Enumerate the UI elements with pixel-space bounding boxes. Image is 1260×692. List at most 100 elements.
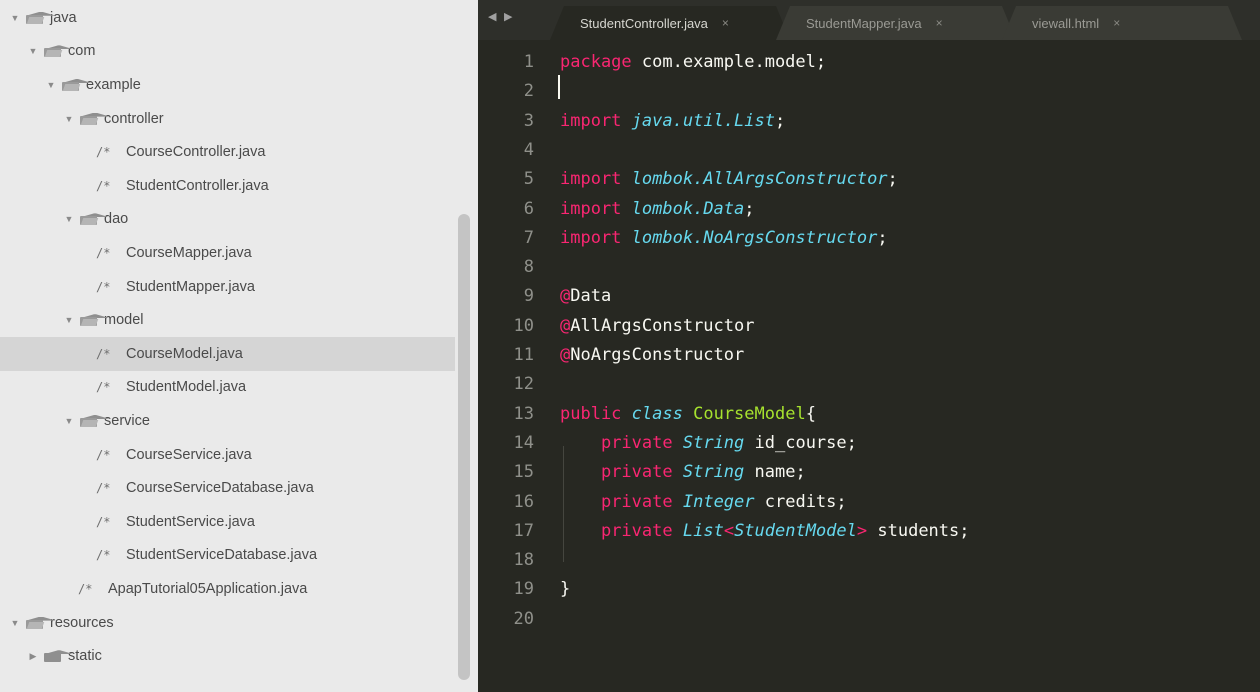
code-line[interactable]: 6 import lombok.Data;	[478, 195, 1260, 224]
line-number: 7	[523, 227, 534, 248]
code-line[interactable]: 17 private List<StudentModel> students;	[478, 517, 1260, 546]
code-line[interactable]: 16 private Integer credits;	[478, 488, 1260, 517]
indent-guide	[563, 446, 564, 562]
code-line[interactable]: 14 private String id_course;	[478, 429, 1260, 458]
close-icon[interactable]: ×	[936, 16, 943, 30]
code-line[interactable]: 12	[478, 370, 1260, 399]
code-token: ;	[774, 110, 786, 131]
tree-folder-static[interactable]: ▶ static	[0, 639, 455, 673]
close-icon[interactable]: ×	[1113, 16, 1120, 30]
chevron-right-icon[interactable]: ▶	[26, 651, 40, 662]
tree-file[interactable]: /* CourseMapper.java	[0, 236, 455, 270]
code-file-icon: /*	[96, 514, 111, 529]
tree-folder-resources[interactable]: ▼ resources	[0, 606, 455, 640]
code-line[interactable]: 13 public class CourseModel{	[478, 400, 1260, 429]
sidebar-scrollbar[interactable]	[458, 214, 470, 680]
line-number: 4	[523, 139, 534, 160]
code-line[interactable]: 1 package com.example.model;	[478, 48, 1260, 77]
code-token: Data	[570, 286, 612, 307]
code-text: import lombok.NoArgsConstructor;	[560, 224, 888, 253]
chevron-down-icon[interactable]: ▼	[62, 416, 76, 426]
code-token: private	[600, 432, 673, 453]
tab-studentmapper-java[interactable]: StudentMapper.java ×	[776, 6, 1016, 40]
code-line[interactable]: 15 private String name;	[478, 458, 1260, 487]
tree-file[interactable]: /* CourseService.java	[0, 438, 455, 472]
tree-folder-model[interactable]: ▼ model	[0, 303, 455, 337]
chevron-down-icon[interactable]: ▼	[8, 618, 22, 628]
code-file-icon: /*	[96, 481, 111, 496]
tab-studentcontroller-java[interactable]: StudentController.java ×	[550, 6, 790, 40]
chevron-down-icon[interactable]: ▼	[62, 214, 76, 224]
code-file-icon: /*	[96, 380, 111, 395]
code-text: public class CourseModel{	[560, 400, 816, 429]
folder-open-icon	[80, 314, 97, 327]
tree-file[interactable]: /* CourseController.java	[0, 135, 455, 169]
tree-folder-service[interactable]: ▼ service	[0, 404, 455, 438]
tree-file[interactable]: /* StudentService.java	[0, 505, 455, 539]
line-number: 14	[513, 432, 534, 453]
tree-file[interactable]: /* CourseServiceDatabase.java	[0, 471, 455, 505]
tree-file[interactable]: /* StudentMapper.java	[0, 270, 455, 304]
line-number: 13	[513, 403, 534, 424]
chevron-down-icon[interactable]: ▼	[44, 80, 58, 90]
code-line[interactable]: 18	[478, 546, 1260, 575]
tree-item-label: static	[68, 648, 102, 665]
code-token: private	[600, 462, 673, 483]
tab-viewall-html[interactable]: viewall.html ×	[1002, 6, 1242, 40]
code-file-icon: /*	[96, 346, 111, 361]
code-line[interactable]: 3 import java.util.List;	[478, 107, 1260, 136]
tree-folder-example[interactable]: ▼ example	[0, 68, 455, 102]
chevron-down-icon[interactable]: ▼	[26, 46, 40, 56]
code-text: private List<StudentModel> students;	[560, 517, 970, 546]
code-line[interactable]: 20	[478, 605, 1260, 634]
code-line[interactable]: 11 @NoArgsConstructor	[478, 341, 1260, 370]
chevron-down-icon[interactable]: ▼	[62, 114, 76, 124]
tree-file[interactable]: /* ApapTutorial05Application.java	[0, 572, 455, 606]
code-token: import	[560, 227, 622, 248]
chevron-down-icon[interactable]: ▼	[8, 13, 22, 23]
code-token: import	[560, 110, 622, 131]
code-token: class	[631, 403, 683, 424]
line-number: 16	[513, 491, 534, 512]
folder-open-icon	[44, 45, 61, 58]
code-token: StudentModel	[734, 520, 857, 541]
tree-file[interactable]: /* StudentController.java	[0, 169, 455, 203]
code-token: AllArgsConstructor	[570, 315, 755, 336]
tree-folder-controller[interactable]: ▼ controller	[0, 102, 455, 136]
tree-file[interactable]: /* StudentModel.java	[0, 371, 455, 405]
text-caret	[558, 75, 560, 99]
tree-item-label: StudentServiceDatabase.java	[126, 547, 318, 564]
line-number: 18	[513, 550, 534, 571]
code-line[interactable]: 7 import lombok.NoArgsConstructor;	[478, 224, 1260, 253]
code-line[interactable]: 5 import lombok.AllArgsConstructor;	[478, 165, 1260, 194]
tree-item-label: model	[104, 312, 144, 329]
close-icon[interactable]: ×	[722, 16, 729, 30]
file-tree-sidebar: ▼ java ▼ com ▼ example ▼ controller /* CourseCont…	[0, 0, 478, 692]
chevron-down-icon[interactable]: ▼	[62, 315, 76, 325]
code-line[interactable]: 19}	[478, 575, 1260, 604]
tab-nav-arrows[interactable]: ◀ ▶	[488, 10, 514, 23]
tree-folder-com[interactable]: ▼ com	[0, 35, 455, 69]
code-file-icon: /*	[96, 245, 111, 260]
folder-open-icon	[62, 79, 79, 91]
code-line[interactable]: 2	[478, 77, 1260, 106]
tree-file[interactable]: /* StudentServiceDatabase.java	[0, 539, 455, 573]
tree-file[interactable]: /* CourseModel.java	[0, 337, 455, 371]
code-line[interactable]: 4	[478, 136, 1260, 165]
code-line[interactable]: 8	[478, 253, 1260, 282]
code-line[interactable]: 9 @Data	[478, 282, 1260, 311]
code-token: lombok.AllArgsConstructor	[631, 169, 888, 190]
tree-folder-java[interactable]: ▼ java	[0, 1, 455, 35]
code-token: lombok.Data	[631, 198, 745, 219]
code-token: String	[682, 462, 745, 483]
code-token: Integer	[682, 491, 755, 512]
code-line[interactable]: 10 @AllArgsConstructor	[478, 312, 1260, 341]
code-token: >	[856, 520, 868, 541]
code-editor[interactable]: 1 package com.example.model; 2 3 import java…	[478, 40, 1260, 692]
tree-folder-dao[interactable]: ▼ dao	[0, 203, 455, 237]
